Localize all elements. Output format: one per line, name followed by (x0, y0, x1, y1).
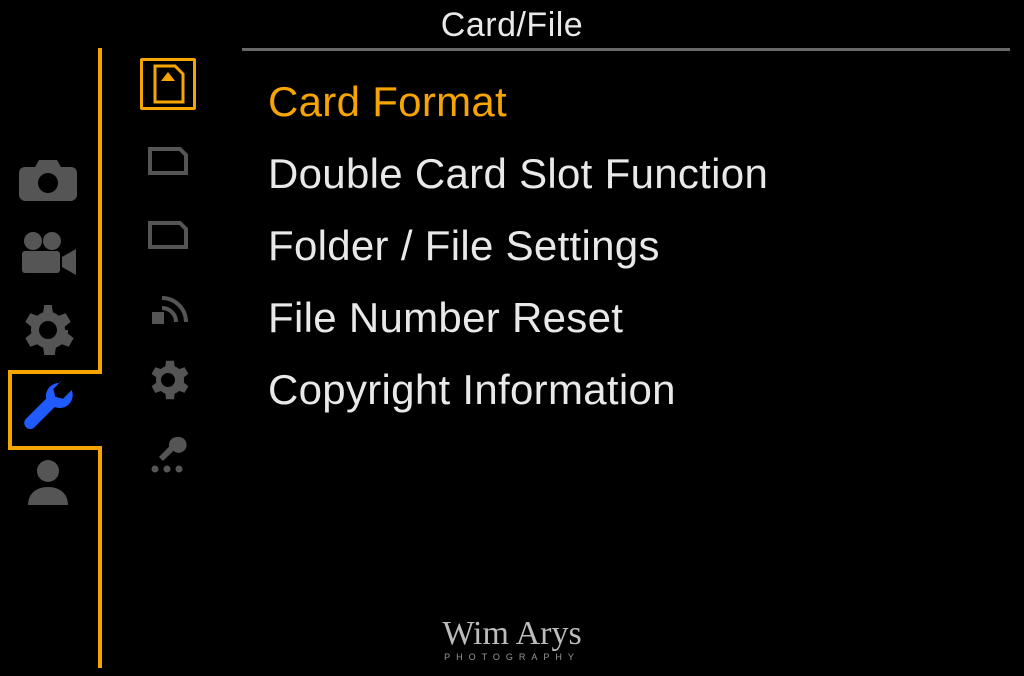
camera-menu-screen: Card/File (0, 0, 1024, 676)
sub-tab-card-slot[interactable] (140, 132, 196, 184)
menu-item-folder-file[interactable]: Folder / File Settings (268, 222, 994, 270)
menu-list: Card Format Double Card Slot Function Fo… (268, 78, 994, 414)
sub-tab-sidebar (108, 58, 228, 480)
person-icon (23, 457, 73, 507)
menu-item-copyright-info[interactable]: Copyright Information (268, 366, 994, 414)
main-tab-video[interactable] (0, 216, 96, 292)
sub-tab-tool-dots[interactable] (140, 428, 196, 480)
selection-frame (98, 48, 102, 374)
tool-dots-icon (147, 433, 189, 475)
camera-icon (19, 155, 77, 201)
main-tab-wrench[interactable] (0, 368, 96, 444)
card-slot-icon (148, 141, 188, 175)
main-tab-gear[interactable] (0, 292, 96, 368)
watermark-sub: PHOTOGRAPHY (442, 653, 581, 662)
main-tab-sidebar (0, 140, 96, 520)
watermark: Wim Arys PHOTOGRAPHY (442, 617, 581, 662)
main-tab-camera[interactable] (0, 140, 96, 216)
wireless-icon (148, 286, 188, 326)
watermark-name: Wim Arys (442, 615, 581, 652)
menu-item-card-format[interactable]: Card Format (268, 78, 994, 126)
sub-tab-card-file[interactable] (140, 58, 196, 110)
selection-frame (98, 446, 102, 668)
card-eject-icon (151, 64, 185, 104)
page-title: Card/File (0, 6, 1024, 45)
menu-item-double-card-slot[interactable]: Double Card Slot Function (268, 150, 994, 198)
sub-tab-gear[interactable] (140, 354, 196, 406)
sub-tab-wireless[interactable] (140, 280, 196, 332)
gear-icon (22, 304, 74, 356)
video-icon (18, 231, 78, 277)
gear-icon (148, 360, 188, 400)
sub-tab-folder[interactable] (140, 206, 196, 258)
main-tab-person[interactable] (0, 444, 96, 520)
wrench-icon (19, 377, 77, 435)
menu-item-file-number-reset[interactable]: File Number Reset (268, 294, 994, 342)
folder-icon (148, 215, 188, 249)
title-divider (242, 48, 1010, 51)
